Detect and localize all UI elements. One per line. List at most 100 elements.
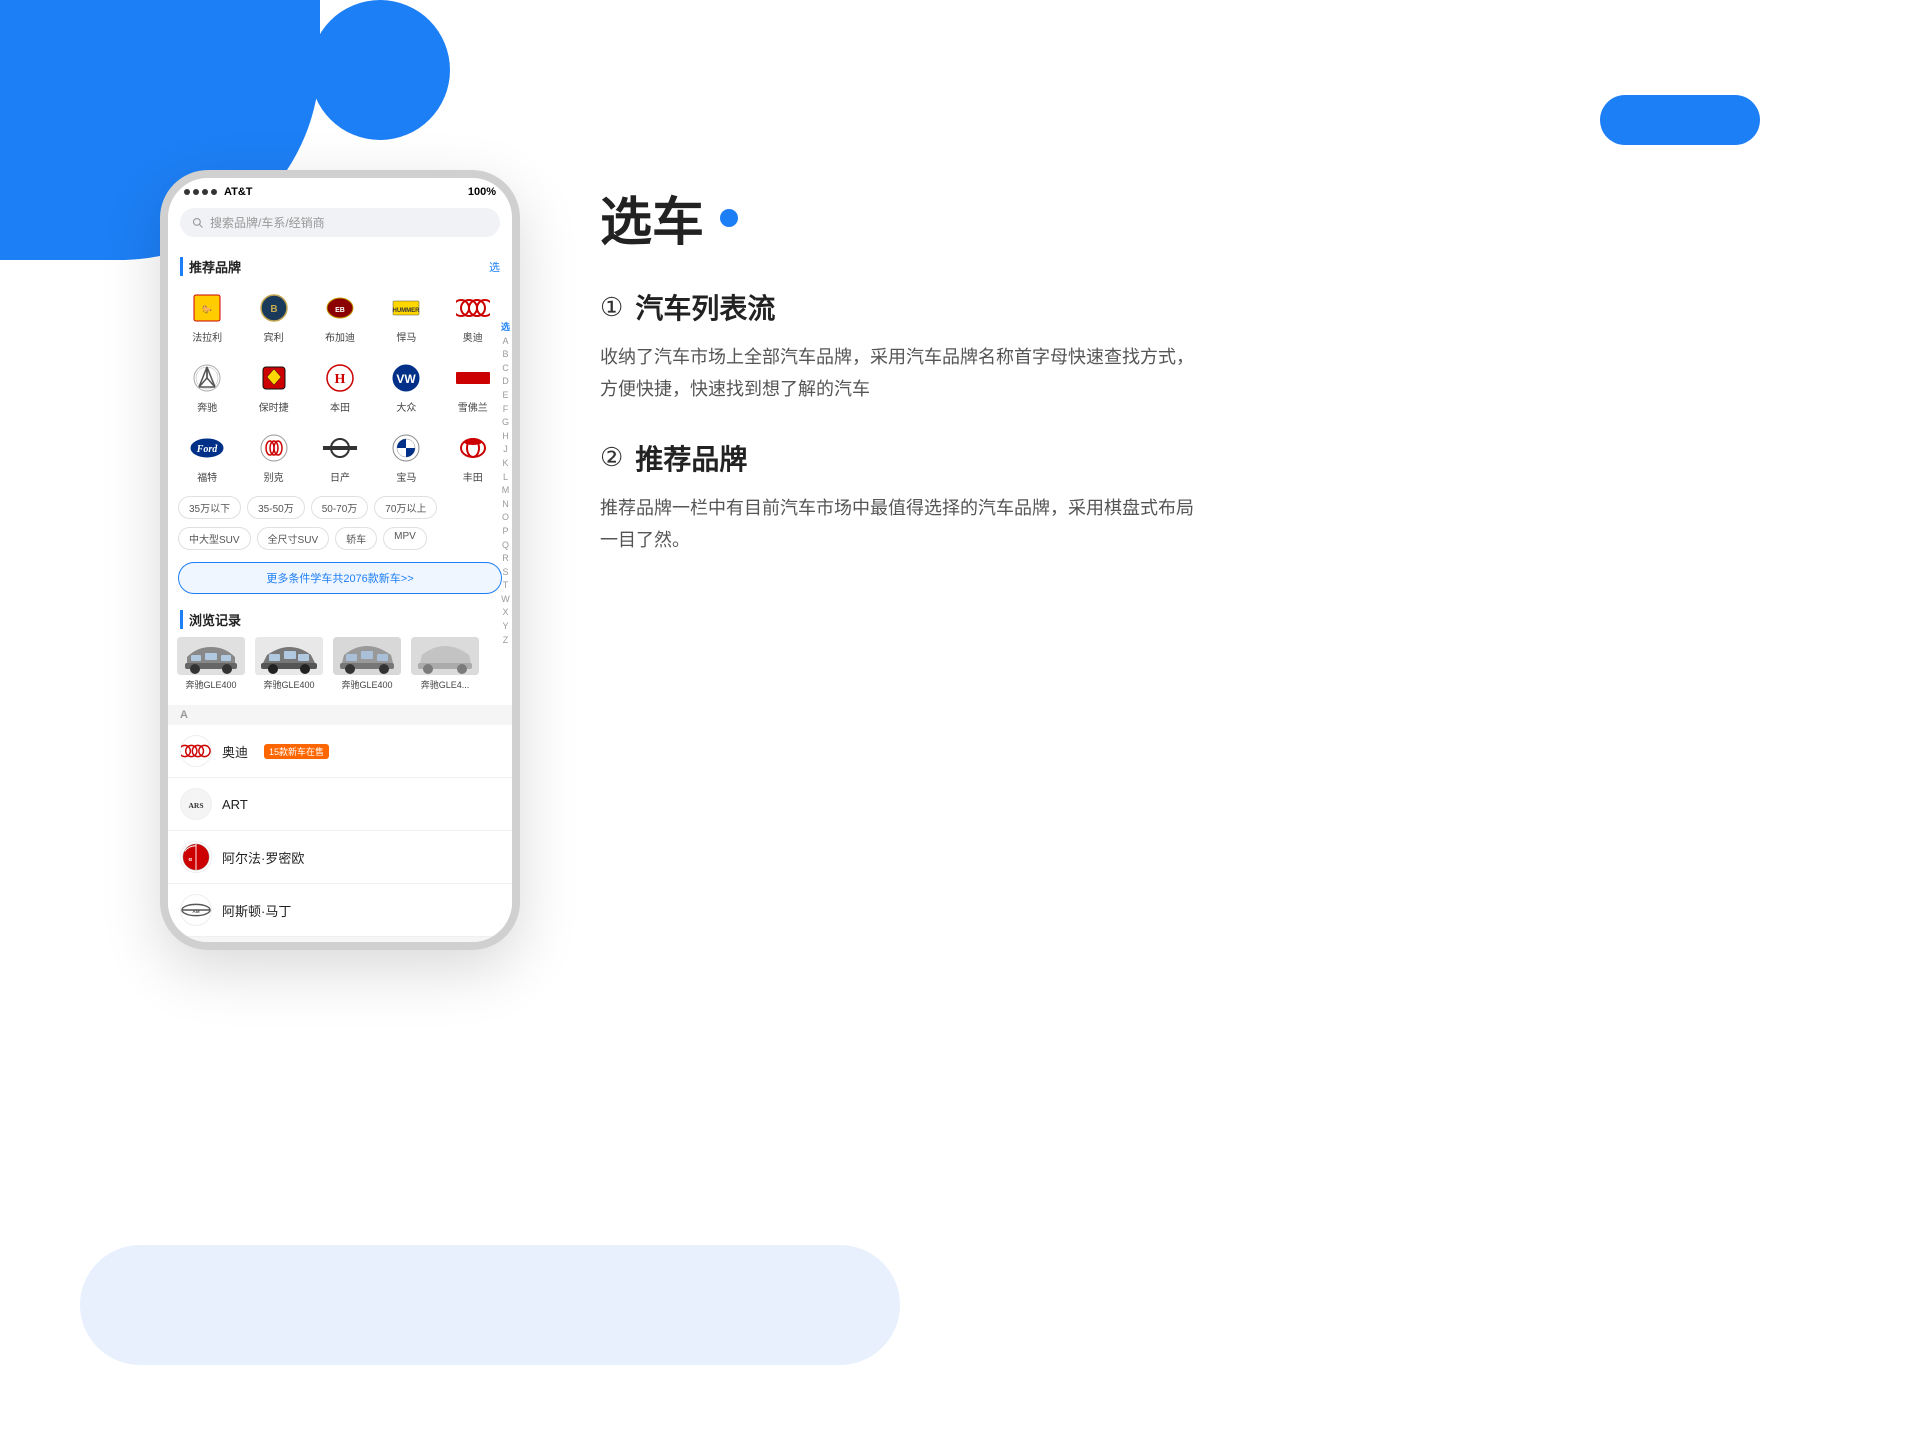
brand-mercedes[interactable]: 奔驰 (176, 354, 238, 420)
hummer-name: 悍马 (396, 329, 416, 344)
alpha-c[interactable]: C (502, 362, 509, 375)
browse-car-name-4: 奔驰GLE4... (421, 678, 470, 691)
browse-title: 浏览记录 (180, 610, 241, 629)
right-content: 选车 ① 汽车列表流 收纳了汽车市场上全部汽车品牌，采用汽车品牌名称首字母快速查… (600, 180, 1200, 589)
alpha-a[interactable]: A (502, 335, 508, 348)
audi-badge: 15款新车在售 (264, 744, 329, 759)
recommended-action[interactable]: 选 (489, 259, 500, 275)
filter-price-4[interactable]: 70万以上 (374, 496, 437, 519)
filter-body-2[interactable]: 全尺寸SUV (257, 527, 330, 550)
brand-bentley[interactable]: B 宾利 (242, 284, 304, 350)
audi-name: 奥迪 (463, 329, 483, 344)
browse-car-img-1 (177, 637, 245, 675)
bentley-logo: B (256, 290, 292, 326)
alfa-list-logo: α (180, 841, 212, 873)
alpha-h[interactable]: H (502, 430, 509, 443)
alpha-b[interactable]: B (502, 348, 508, 361)
aston-list-name: 阿斯顿·马丁 (222, 901, 291, 920)
brand-ferrari[interactable]: 🐎 法拉利 (176, 284, 238, 350)
svg-text:AM: AM (192, 909, 199, 914)
alpha-k[interactable]: K (502, 457, 508, 470)
brand-bmw[interactable]: 宝马 (375, 424, 437, 490)
feature-1-section: ① 汽车列表流 收纳了汽车市场上全部汽车品牌，采用汽车品牌名称首字母快速查找方式… (600, 287, 1200, 406)
feature-2-number: ② (600, 442, 623, 473)
aston-list-logo: AM (180, 894, 212, 926)
filter-body-4[interactable]: MPV (383, 527, 427, 550)
brand-list-audi[interactable]: 奥迪 15款新车在售 (168, 725, 512, 778)
feature-1-number: ① (600, 292, 623, 323)
alpha-m[interactable]: M (502, 484, 510, 497)
alpha-e[interactable]: E (502, 389, 508, 402)
brand-porsche[interactable]: 保时捷 (242, 354, 304, 420)
search-input[interactable]: 搜索品牌/车系/经销商 (180, 208, 500, 237)
brand-hummer[interactable]: HUMMER 悍马 (375, 284, 437, 350)
alpha-x[interactable]: X (502, 606, 508, 619)
phone-mockup: AT&T 100% 搜索品牌/车系/经销商 选 (160, 170, 520, 950)
browse-car-img-2 (255, 637, 323, 675)
brand-nissan[interactable]: 日产 (309, 424, 371, 490)
browse-history-section: 浏览记录 (168, 600, 512, 699)
bmw-logo (388, 430, 424, 466)
brand-chevrolet[interactable]: 雪佛兰 (442, 354, 504, 420)
filter-price-3[interactable]: 50-70万 (311, 496, 369, 519)
brand-audi[interactable]: 奥迪 (442, 284, 504, 350)
porsche-name: 保时捷 (259, 399, 289, 414)
filter-body-3[interactable]: 轿车 (335, 527, 377, 550)
filter-price-2[interactable]: 35-50万 (247, 496, 305, 519)
audi-list-logo (180, 735, 212, 767)
toyota-logo (455, 430, 491, 466)
alpha-s[interactable]: S (502, 566, 508, 579)
svg-text:H: H (335, 372, 346, 387)
brand-list-aston[interactable]: AM 阿斯顿·马丁 (168, 884, 512, 937)
body-filter-row: 中大型SUV 全尺寸SUV 轿车 MPV (168, 525, 512, 556)
alpha-o[interactable]: O (502, 511, 509, 524)
browse-car-3[interactable]: 奔驰GLE400 (332, 637, 402, 691)
art-list-logo: ARS (180, 788, 212, 820)
section-separator-b: B (168, 937, 512, 941)
brand-vw[interactable]: VW 大众 (375, 354, 437, 420)
brand-buick[interactable]: 别克 (242, 424, 304, 490)
content-area: 选 A B C D E F G H J K L M N O P Q (168, 247, 512, 941)
signal-dot-1 (184, 189, 190, 195)
more-cars-button[interactable]: 更多条件学车共2076款新车>> (178, 562, 502, 594)
alpha-g[interactable]: G (502, 416, 509, 429)
feature-1-desc: 收纳了汽车市场上全部汽车品牌，采用汽车品牌名称首字母快速查找方式，方便快捷，快速… (600, 341, 1200, 406)
alphabet-sidebar[interactable]: 选 A B C D E F G H J K L M N O P Q (499, 317, 512, 650)
brand-list-art[interactable]: ARS ART (168, 778, 512, 831)
filter-body-1[interactable]: 中大型SUV (178, 527, 251, 550)
browse-car-4[interactable]: 奔驰GLE4... (410, 637, 480, 691)
alpha-f[interactable]: F (503, 403, 509, 416)
alpha-p[interactable]: P (502, 525, 508, 538)
buick-name: 别克 (264, 469, 284, 484)
browse-car-1[interactable]: 奔驰GLE400 (176, 637, 246, 691)
alpha-d[interactable]: D (502, 375, 509, 388)
alpha-select[interactable]: 选 (501, 321, 510, 334)
art-list-name: ART (222, 797, 248, 812)
toyota-name: 丰田 (463, 469, 483, 484)
alpha-y[interactable]: Y (502, 620, 508, 633)
page-title-block: 选车 (600, 180, 1200, 255)
alpha-w[interactable]: W (501, 593, 510, 606)
browse-car-img-3 (333, 637, 401, 675)
alpha-l[interactable]: L (503, 471, 508, 484)
recommended-section-header: 推荐品牌 选 (168, 247, 512, 284)
brand-bugatti[interactable]: EB 布加迪 (309, 284, 371, 350)
alpha-n[interactable]: N (502, 498, 509, 511)
browse-cars-list: 奔驰GLE400 (168, 637, 512, 699)
alpha-q[interactable]: Q (502, 539, 509, 552)
alpha-t[interactable]: T (503, 579, 509, 592)
carrier-label: AT&T (224, 186, 253, 198)
browse-car-img-4 (411, 637, 479, 675)
alpha-z[interactable]: Z (503, 634, 509, 647)
alpha-r[interactable]: R (502, 552, 509, 565)
brand-toyota[interactable]: 丰田 (442, 424, 504, 490)
brand-list-alfa[interactable]: α 阿尔法·罗密欧 (168, 831, 512, 884)
brand-ford[interactable]: Ford 福特 (176, 424, 238, 490)
brand-honda[interactable]: H 本田 (309, 354, 371, 420)
filter-price-1[interactable]: 35万以下 (178, 496, 241, 519)
bugatti-name: 布加迪 (325, 329, 355, 344)
browse-car-name-2: 奔驰GLE400 (263, 678, 314, 691)
nissan-name: 日产 (330, 469, 350, 484)
browse-car-2[interactable]: 奔驰GLE400 (254, 637, 324, 691)
alpha-j[interactable]: J (503, 443, 508, 456)
